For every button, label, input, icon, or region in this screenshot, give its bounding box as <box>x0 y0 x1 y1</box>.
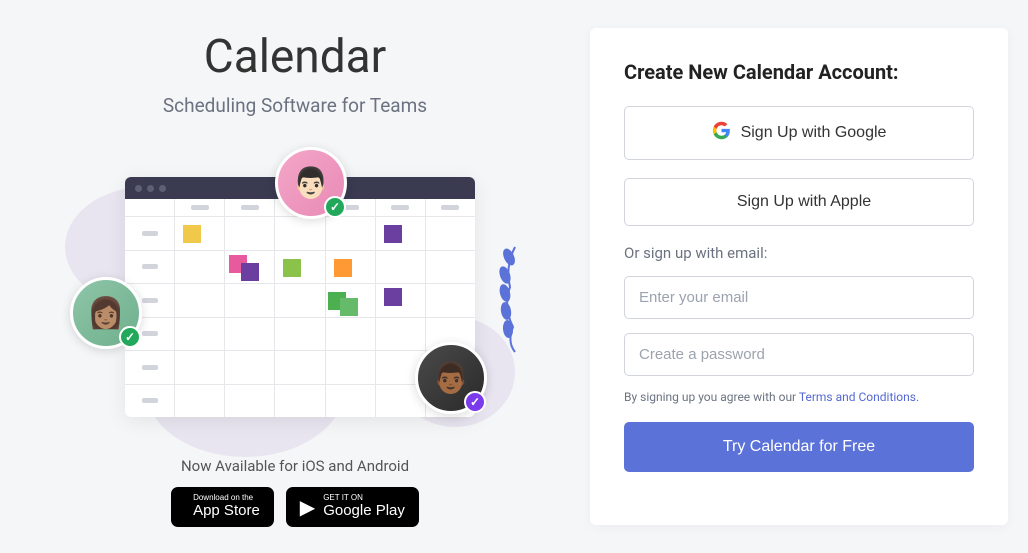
store-small-text: Download on the <box>193 494 260 502</box>
signup-panel: Create New Calendar Account: Sign Up wit… <box>590 28 1008 525</box>
google-icon <box>712 121 731 145</box>
try-free-button[interactable]: Try Calendar for Free <box>624 422 974 472</box>
store-big-text: Google Play <box>323 502 405 520</box>
laurel-icon <box>495 237 535 357</box>
terms-text: By signing up you agree with our Terms a… <box>624 390 974 404</box>
avatar-illustration: 👩🏽 ✓ <box>70 277 142 349</box>
signup-google-label: Sign Up with Google <box>741 124 887 142</box>
signup-google-button[interactable]: Sign Up with Google <box>624 106 974 160</box>
terms-link[interactable]: Terms and Conditions. <box>799 390 919 404</box>
store-small-text: GET IT ON <box>323 494 405 502</box>
app-subtitle: Scheduling Software for Teams <box>163 94 427 117</box>
hero-illustration: 👨🏻 ✓ 👩🏽 ✓ 👨🏾 ✓ <box>85 147 505 437</box>
store-big-text: App Store <box>193 502 260 520</box>
app-title: Calendar <box>204 30 387 84</box>
app-store-button[interactable]: Download on the App Store <box>171 487 274 527</box>
availability-text: Now Available for iOS and Android <box>181 457 409 475</box>
check-icon: ✓ <box>324 196 346 218</box>
check-icon: ✓ <box>464 391 486 413</box>
google-play-button[interactable]: ▶ GET IT ON Google Play <box>286 487 419 527</box>
signup-title: Create New Calendar Account: <box>624 60 974 84</box>
avatar-illustration: 👨🏻 ✓ <box>275 147 347 219</box>
email-field[interactable] <box>624 276 974 319</box>
google-play-icon: ▶ <box>300 495 315 520</box>
terms-prefix: By signing up you agree with our <box>624 390 799 404</box>
hero-panel: Calendar Scheduling Software for Teams <box>0 0 590 553</box>
check-icon: ✓ <box>119 326 141 348</box>
signup-apple-label: Sign Up with Apple <box>737 193 871 211</box>
signup-apple-button[interactable]: Sign Up with Apple <box>624 178 974 226</box>
email-divider-text: Or sign up with email: <box>624 244 974 262</box>
password-field[interactable] <box>624 333 974 376</box>
avatar-illustration: 👨🏾 ✓ <box>415 342 487 414</box>
